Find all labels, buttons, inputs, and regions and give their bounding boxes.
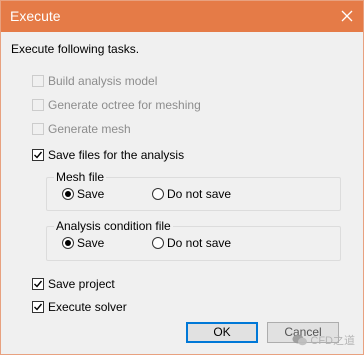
- radio-label: Do not save: [167, 236, 232, 250]
- radio-selected[interactable]: [62, 188, 74, 200]
- task-label: Generate mesh: [48, 122, 131, 136]
- execute-dialog: Execute Execute following tasks. Build a…: [0, 0, 364, 355]
- checkmark-icon: [34, 280, 43, 288]
- radio-unselected[interactable]: [152, 237, 164, 249]
- dialog-title: Execute: [10, 8, 61, 24]
- analysis-do-not-save-radio[interactable]: Do not save: [152, 235, 231, 251]
- checkbox[interactable]: [32, 99, 44, 111]
- radio-label: Save: [77, 236, 105, 250]
- close-icon[interactable]: [337, 6, 357, 26]
- radio-label: Save: [77, 187, 105, 201]
- radio-selected[interactable]: [62, 237, 74, 249]
- checkbox-checked[interactable]: [32, 278, 44, 290]
- ok-button[interactable]: OK: [186, 322, 258, 343]
- save-project-option[interactable]: Save project: [32, 276, 115, 292]
- analysis-file-legend: Analysis condition file: [54, 219, 173, 233]
- checkmark-icon: [34, 151, 43, 159]
- execute-solver-option[interactable]: Execute solver: [32, 299, 127, 315]
- option-label: Save project: [48, 277, 115, 291]
- option-label: Execute solver: [48, 300, 127, 314]
- checkbox[interactable]: [32, 75, 44, 87]
- watermark-text: CFD之道: [310, 335, 355, 347]
- checkbox-checked[interactable]: [32, 149, 44, 161]
- wechat-icon: [292, 333, 308, 347]
- intro-text: Execute following tasks.: [11, 42, 140, 56]
- checkbox[interactable]: [32, 123, 44, 135]
- task-generate-mesh[interactable]: Generate mesh: [32, 121, 131, 137]
- task-label: Build analysis model: [48, 74, 158, 88]
- checkmark-icon: [34, 303, 43, 311]
- task-save-files[interactable]: Save files for the analysis: [32, 147, 184, 163]
- watermark: CFD之道: [292, 332, 355, 348]
- task-label: Generate octree for meshing: [48, 98, 201, 112]
- mesh-file-legend: Mesh file: [54, 170, 107, 184]
- task-label: Save files for the analysis: [48, 148, 185, 162]
- mesh-save-radio[interactable]: Save: [62, 186, 104, 202]
- radio-unselected[interactable]: [152, 188, 164, 200]
- task-build-analysis-model[interactable]: Build analysis model: [32, 73, 157, 89]
- analysis-save-radio[interactable]: Save: [62, 235, 104, 251]
- radio-label: Do not save: [167, 187, 232, 201]
- checkbox-checked[interactable]: [32, 301, 44, 313]
- title-bar: Execute: [1, 1, 363, 32]
- mesh-do-not-save-radio[interactable]: Do not save: [152, 186, 231, 202]
- task-generate-octree[interactable]: Generate octree for meshing: [32, 97, 201, 113]
